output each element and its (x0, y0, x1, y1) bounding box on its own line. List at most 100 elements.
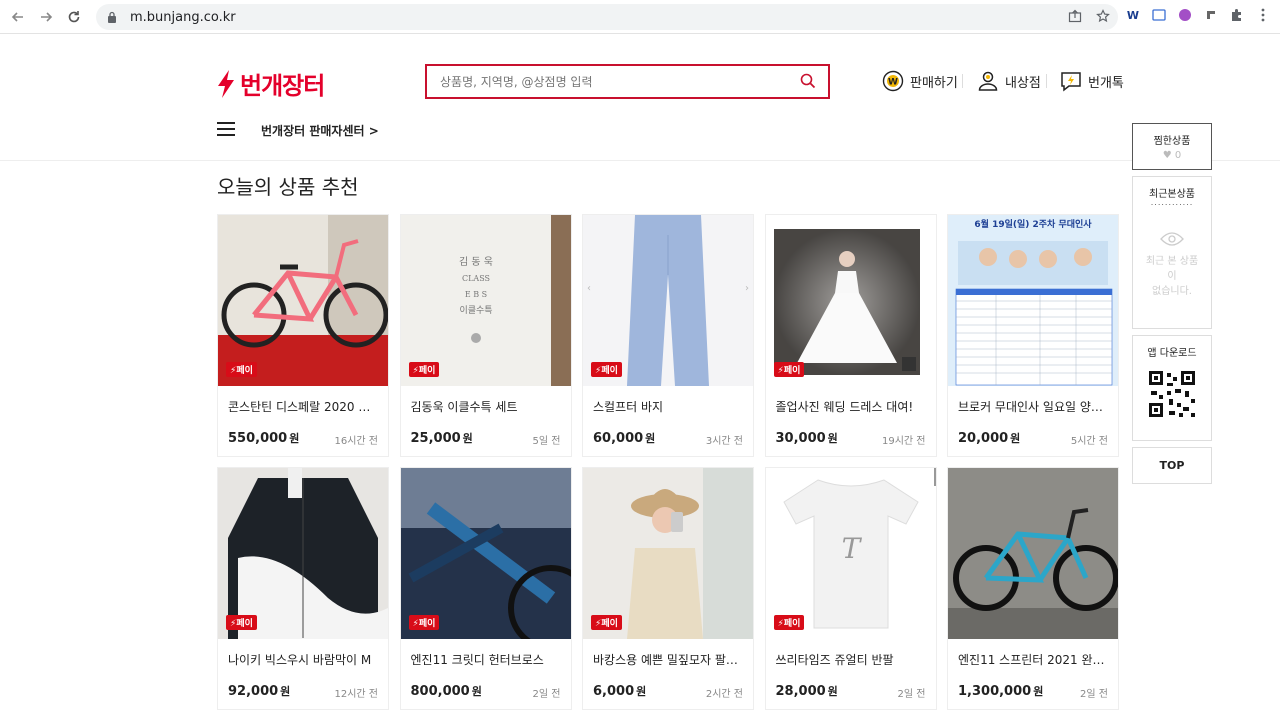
svg-text:CLASS: CLASS (461, 274, 489, 283)
app-download-title: 앱 다운로드 (1147, 348, 1197, 359)
search-input[interactable] (440, 74, 780, 89)
sell-button[interactable]: W 판매하기 (882, 70, 958, 92)
product-card[interactable]: 6월 19일(일) 2주차 무대인사 브로커 무대인사 일요일 양도... 20… (947, 214, 1119, 457)
extension-lr-icon[interactable] (1176, 6, 1194, 24)
product-time: 5시간 전 (1070, 436, 1108, 447)
product-time: 2시간 전 (705, 689, 743, 700)
extension-tab-icon[interactable] (1202, 6, 1220, 24)
seller-center-link[interactable]: 번개장터 판매자센터 > (261, 122, 379, 139)
product-card[interactable]: ⚡페이 바캉스용 예쁜 밀짚모자 팔아요 6,000 원 2시간 전 (582, 467, 754, 710)
product-image: ⚡페이 (765, 215, 936, 386)
url-text: m.bunjang.co.kr (130, 9, 236, 25)
product-grid: ⚡페이 콘스탄틴 디스페랄 2020 핑... 550,000 원 16시간 전 … (217, 214, 1119, 710)
product-time: 12시간 전 (334, 689, 378, 700)
svg-text:김 동 욱: 김 동 욱 (459, 256, 493, 268)
product-image: ‹ › ⚡페이 (583, 215, 753, 386)
product-image: T ⚡페이 (765, 468, 936, 639)
product-image: ⚡페이 (218, 215, 388, 386)
search-box[interactable] (425, 64, 830, 99)
top-label: TOP (1159, 459, 1185, 472)
header-divider (0, 160, 1280, 161)
product-name: 브로커 무대인사 일요일 양도... (958, 400, 1110, 414)
pay-badge: ⚡페이 (408, 615, 440, 630)
qr-code-icon (1147, 369, 1197, 419)
hamburger-menu-icon[interactable] (217, 122, 235, 136)
product-price: 6,000 원 (593, 684, 647, 699)
product-price: 60,000 원 (593, 431, 656, 446)
favorites-count: ♥ 0 (1162, 150, 1182, 161)
share-icon[interactable] (1068, 8, 1082, 27)
divider (962, 74, 963, 88)
lock-icon (106, 10, 118, 24)
section-title: 오늘의 상품 추천 (217, 175, 359, 199)
extension-translate-icon[interactable] (1150, 6, 1168, 24)
my-shop-button[interactable]: 내상점 (977, 70, 1041, 92)
product-image: 6월 19일(일) 2주차 무대인사 (948, 215, 1118, 386)
bunjang-logo[interactable]: 번개장터 (216, 66, 325, 101)
product-image (948, 468, 1118, 639)
svg-text:E B S: E B S (464, 290, 486, 299)
divider (1046, 74, 1047, 88)
svg-text:‹: ‹ (587, 283, 591, 294)
product-time: 5일 전 (532, 436, 561, 447)
forward-icon[interactable] (32, 3, 60, 31)
product-card[interactable]: ‹ › ⚡페이 스컬프터 바지 60,000 원 3시간 전 (582, 214, 754, 457)
favorites-box[interactable]: 찜한상품 ♥ 0 (1132, 123, 1212, 170)
bookmark-star-icon[interactable] (1096, 8, 1110, 27)
svg-text:W: W (888, 78, 898, 88)
product-image: ⚡페이 (583, 468, 753, 639)
talk-label: 번개톡 (1088, 75, 1124, 91)
product-price: 25,000 원 (410, 431, 473, 446)
extension-bar: W (1124, 6, 1272, 24)
product-image: ⚡페이 (400, 468, 571, 639)
product-card[interactable]: T ⚡페이 쓰리타임즈 쥬얼티 반팔 28,000 원 2일 전 (764, 467, 937, 710)
svg-text:6월 19일(일) 2주차 무대인사: 6월 19일(일) 2주차 무대인사 (974, 218, 1092, 230)
product-card[interactable]: ⚡페이 콘스탄틴 디스페랄 2020 핑... 550,000 원 16시간 전 (217, 214, 389, 457)
pay-badge: ⚡페이 (408, 362, 440, 377)
reload-icon[interactable] (60, 3, 88, 31)
product-card[interactable]: 엔진11 스프린터 2021 완차 ... 1,300,000 원 2일 전 (947, 467, 1119, 710)
product-price: 92,000 원 (228, 684, 291, 699)
svg-text:T: T (841, 532, 862, 565)
product-name: 쓰리타임즈 쥬얼티 반팔 (775, 653, 894, 667)
product-time: 16시간 전 (334, 436, 378, 447)
svg-text:이클수특: 이클수특 (459, 305, 492, 316)
more-menu-icon[interactable] (1254, 6, 1272, 24)
pay-badge: ⚡페이 (226, 362, 257, 377)
product-card[interactable]: ⚡페이 엔진11 크릿디 헌터브로스 800,000 원 2일 전 (399, 467, 572, 710)
product-name: 김동욱 이클수특 세트 (410, 400, 518, 414)
back-icon[interactable] (4, 3, 32, 31)
won-coin-icon: W (882, 70, 904, 92)
my-shop-label: 내상점 (1005, 75, 1041, 91)
user-icon (978, 71, 998, 91)
talk-button[interactable]: 번개톡 (1060, 70, 1124, 92)
product-price: 20,000 원 (958, 431, 1021, 446)
address-bar[interactable]: m.bunjang.co.kr (96, 4, 1118, 30)
product-name: 스컬프터 바지 (593, 400, 664, 414)
eye-icon (1133, 231, 1211, 250)
product-time: 2일 전 (897, 689, 926, 700)
product-price: 28,000 원 (775, 684, 838, 699)
puzzle-icon[interactable] (1228, 6, 1246, 24)
pay-badge: ⚡페이 (591, 615, 622, 630)
search-icon[interactable] (800, 73, 816, 93)
pay-badge: ⚡페이 (773, 615, 805, 630)
recent-dots: ............ (1150, 198, 1194, 207)
product-price: 1,300,000 원 (958, 684, 1044, 699)
product-time: 2일 전 (532, 689, 561, 700)
extension-w-icon[interactable]: W (1124, 6, 1142, 24)
browser-toolbar: m.bunjang.co.kr W (0, 0, 1280, 34)
product-card[interactable]: ⚡페이 졸업사진 웨딩 드레스 대여! 30,000 원 19시간 전 (764, 214, 937, 457)
product-name: 나이키 빅스우시 바람막이 M (228, 653, 372, 667)
product-name: 졸업사진 웨딩 드레스 대여! (775, 400, 914, 414)
product-name: 콘스탄틴 디스페랄 2020 핑... (228, 400, 380, 414)
top-button[interactable]: TOP (1132, 447, 1212, 484)
chat-lightning-icon (1061, 72, 1081, 92)
pay-badge: ⚡페이 (591, 362, 622, 377)
product-time: 3시간 전 (705, 436, 743, 447)
product-time: 19시간 전 (881, 436, 926, 447)
pay-badge: ⚡페이 (226, 615, 257, 630)
product-card[interactable]: 김 동 욱 CLASS E B S 이클수특 ⚡페이 김동욱 이클수특 세트 2… (399, 214, 572, 457)
app-download-box[interactable]: 앱 다운로드 (1132, 335, 1212, 441)
product-card[interactable]: ⚡페이 나이키 빅스우시 바람막이 M 92,000 원 12시간 전 (217, 467, 389, 710)
